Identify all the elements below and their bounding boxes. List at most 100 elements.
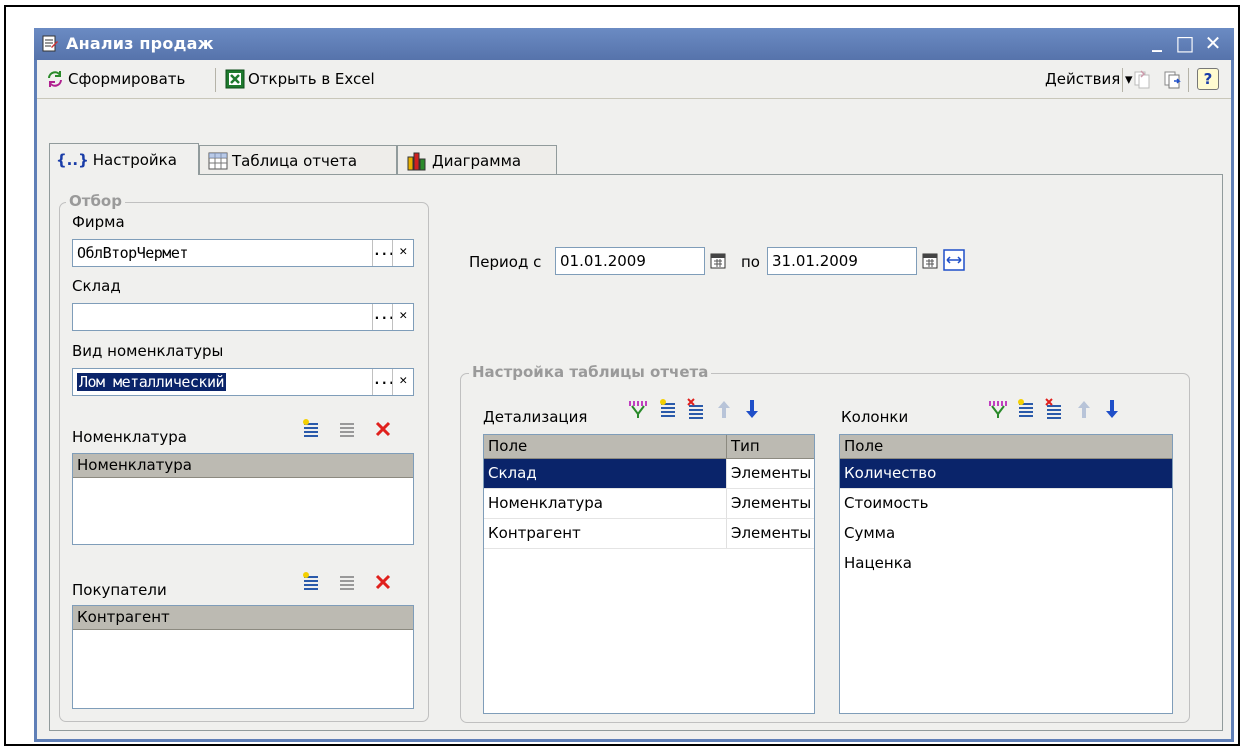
bar-chart-icon bbox=[407, 152, 426, 170]
tab-report-table-label: Таблица отчета bbox=[232, 151, 358, 170]
clear-list-icon[interactable] bbox=[372, 571, 394, 593]
tab-diagram-label: Диаграмма bbox=[432, 151, 522, 170]
generate-button[interactable]: Сформировать bbox=[45, 68, 185, 90]
firm-clear-button[interactable]: ✕ bbox=[392, 240, 413, 266]
add-row-icon[interactable] bbox=[300, 571, 322, 593]
column-header-type[interactable]: Тип bbox=[727, 435, 814, 458]
tab-settings-label: Настройка bbox=[92, 150, 177, 169]
delete-row-icon[interactable] bbox=[336, 571, 358, 593]
period-from-field[interactable]: 01.01.2009 bbox=[555, 247, 705, 275]
buyers-table-header: Контрагент bbox=[73, 606, 413, 630]
copy-settings-icon[interactable] bbox=[1132, 69, 1154, 91]
calendar-icon[interactable] bbox=[921, 252, 939, 270]
warehouse-field[interactable]: ... ✕ bbox=[72, 303, 414, 331]
warehouse-select-button[interactable]: ... bbox=[372, 304, 395, 330]
cell-field: Стоимость bbox=[844, 494, 929, 512]
columns-table[interactable]: Поле Количество Стоимость Сумма Наценка bbox=[839, 434, 1173, 714]
open-excel-label: Открыть в Excel bbox=[248, 70, 375, 88]
paste-settings-icon[interactable] bbox=[1162, 69, 1184, 91]
move-down-icon[interactable] bbox=[741, 398, 763, 420]
firm-label: Фирма bbox=[72, 213, 125, 231]
cell-type: Элементы bbox=[727, 459, 814, 488]
nomtype-select-button[interactable]: ... bbox=[372, 369, 395, 395]
tab-diagram[interactable]: Диаграмма bbox=[397, 145, 557, 175]
period-from-value: 01.01.2009 bbox=[560, 252, 646, 270]
settings-panel: Отбор Фирма ОблВторЧермет ... ✕ Склад ..… bbox=[49, 174, 1223, 731]
report-icon bbox=[42, 35, 58, 52]
nomenclature-table[interactable]: Номенклатура bbox=[72, 453, 414, 545]
toolbar-separator bbox=[215, 68, 216, 92]
delete-row-icon[interactable] bbox=[685, 398, 707, 420]
tab-settings[interactable]: {..} Настройка bbox=[49, 143, 199, 175]
cell-field: Контрагент bbox=[484, 519, 727, 548]
columns-label: Колонки bbox=[841, 408, 909, 426]
cell-field: Склад bbox=[484, 459, 727, 488]
buyers-label: Покупатели bbox=[72, 581, 167, 599]
add-row-icon[interactable] bbox=[657, 398, 679, 420]
column-header-field[interactable]: Поле bbox=[840, 435, 1172, 458]
calendar-icon[interactable] bbox=[709, 252, 727, 270]
cell-type: Элементы bbox=[731, 524, 812, 542]
column-header[interactable]: Номенклатура bbox=[73, 454, 413, 477]
excel-icon bbox=[225, 69, 245, 89]
delete-row-icon[interactable] bbox=[1043, 398, 1065, 420]
maximize-button[interactable]: □ bbox=[1174, 32, 1196, 54]
move-up-icon[interactable] bbox=[713, 398, 735, 420]
report-window: Анализ продаж _ □ ✕ Сформировать Открыть… bbox=[34, 28, 1234, 742]
table-row[interactable]: Склад Элементы bbox=[484, 459, 814, 489]
cell-field: Номенклатура bbox=[484, 489, 727, 518]
cell-field: Сумма bbox=[844, 524, 896, 542]
table-row[interactable]: Количество bbox=[840, 459, 1172, 489]
add-row-icon[interactable] bbox=[1015, 398, 1037, 420]
tab-report-table[interactable]: Таблица отчета bbox=[199, 145, 397, 175]
nomtype-label: Вид номенклатуры bbox=[72, 342, 224, 360]
close-button[interactable]: ✕ bbox=[1202, 32, 1224, 54]
open-excel-button[interactable]: Открыть в Excel bbox=[225, 68, 375, 90]
detail-table-header: Поле Тип bbox=[484, 435, 814, 459]
group-fields-icon[interactable] bbox=[987, 398, 1009, 420]
detail-table[interactable]: Поле Тип Склад Элементы Номенклатура Эле… bbox=[483, 434, 815, 714]
nomtype-value: Лом металлический bbox=[75, 372, 228, 392]
nomtype-clear-button[interactable]: ✕ bbox=[392, 369, 413, 395]
move-up-icon[interactable] bbox=[1073, 398, 1095, 420]
window-client: Сформировать Открыть в Excel Действия ▾ bbox=[37, 60, 1231, 739]
move-down-icon[interactable] bbox=[1101, 398, 1123, 420]
toolbar: Сформировать Открыть в Excel Действия ▾ bbox=[37, 60, 1231, 99]
firm-select-button[interactable]: ... bbox=[372, 240, 395, 266]
help-button[interactable]: ? bbox=[1197, 68, 1219, 90]
clear-list-icon[interactable] bbox=[372, 418, 394, 440]
table-icon bbox=[208, 152, 228, 169]
table-row[interactable]: Номенклатура Элементы bbox=[484, 489, 814, 519]
actions-menu[interactable]: Действия ▾ bbox=[1045, 68, 1133, 90]
table-row[interactable]: Контрагент Элементы bbox=[484, 519, 814, 549]
refresh-icon bbox=[48, 71, 62, 87]
column-header[interactable]: Контрагент bbox=[73, 606, 413, 629]
add-row-icon[interactable] bbox=[300, 418, 322, 440]
window-title: Анализ продаж bbox=[66, 34, 214, 53]
filter-group: Отбор Фирма ОблВторЧермет ... ✕ Склад ..… bbox=[59, 192, 429, 722]
cell-type: Элементы bbox=[731, 494, 812, 512]
report-settings-title: Настройка таблицы отчета bbox=[469, 363, 712, 381]
nomtype-field[interactable]: Лом металлический ... ✕ bbox=[72, 368, 414, 396]
cell-field: Наценка bbox=[844, 554, 912, 572]
cell-field: Количество bbox=[844, 464, 937, 482]
delete-row-icon[interactable] bbox=[336, 418, 358, 440]
columns-table-header: Поле bbox=[840, 435, 1172, 459]
period-to-field[interactable]: 31.01.2009 bbox=[767, 247, 917, 275]
period-to-value: 31.01.2009 bbox=[772, 252, 858, 270]
table-row[interactable]: Наценка bbox=[840, 549, 1172, 579]
firm-value: ОблВторЧермет bbox=[77, 244, 188, 262]
group-fields-icon[interactable] bbox=[627, 398, 649, 420]
minimize-button[interactable]: _ bbox=[1146, 29, 1168, 51]
filter-group-title: Отбор bbox=[66, 192, 125, 210]
buyers-table[interactable]: Контрагент bbox=[72, 605, 414, 709]
table-row[interactable]: Стоимость bbox=[840, 489, 1172, 519]
period-setup-icon[interactable] bbox=[943, 249, 965, 271]
generate-label: Сформировать bbox=[68, 70, 186, 88]
title-bar[interactable]: Анализ продаж _ □ ✕ bbox=[34, 28, 1234, 60]
column-header-field[interactable]: Поле bbox=[484, 435, 727, 458]
nomenclature-table-header: Номенклатура bbox=[73, 454, 413, 478]
firm-field[interactable]: ОблВторЧермет ... ✕ bbox=[72, 239, 414, 267]
table-row[interactable]: Сумма bbox=[840, 519, 1172, 549]
warehouse-clear-button[interactable]: ✕ bbox=[392, 304, 413, 330]
